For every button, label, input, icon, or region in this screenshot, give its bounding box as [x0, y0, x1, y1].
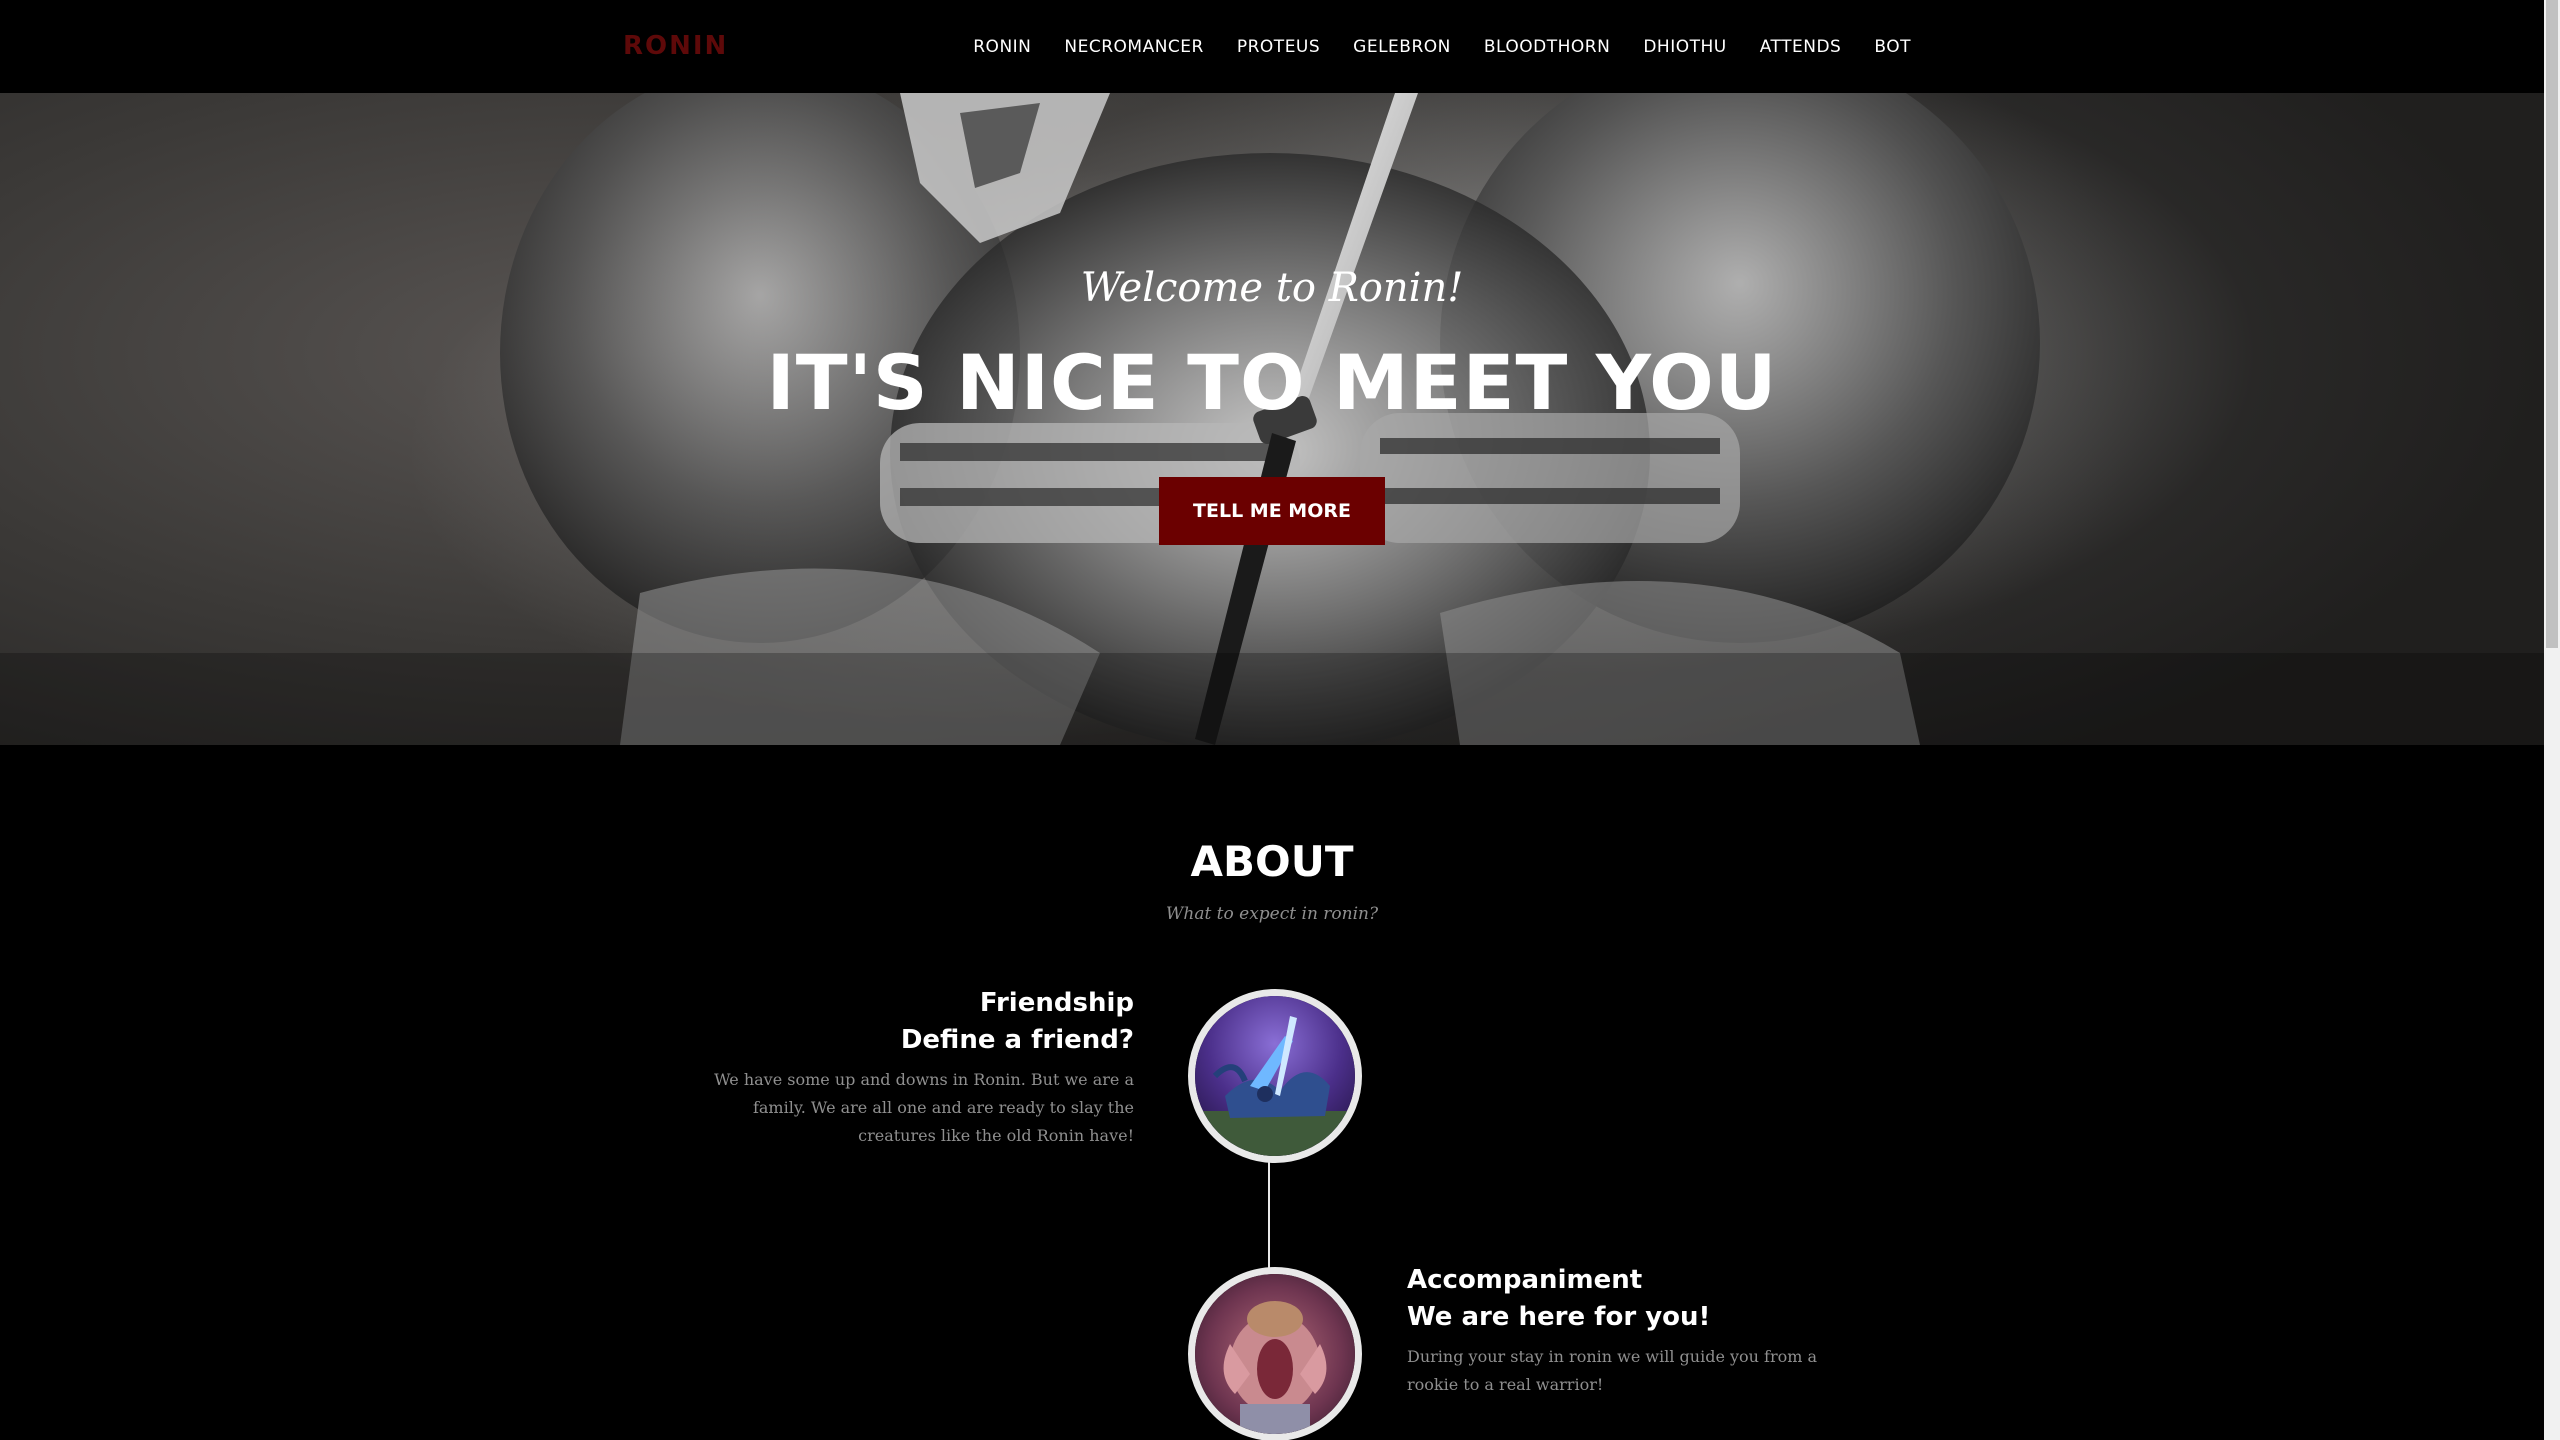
about-heading: ABOUT [1190, 837, 1354, 886]
nav-item-necromancer: NECROMANCER [1031, 37, 1203, 57]
nav-link-dhiothu[interactable]: DHIOTHU [1643, 37, 1726, 57]
nav-menu: RONIN NECROMANCER PROTEUS GELEBRON BLOOD… [940, 0, 1911, 93]
timeline-heading: Accompaniment We are here for you! [1407, 1262, 1827, 1336]
nav-item-gelebron: GELEBRON [1320, 37, 1451, 57]
page-scrollbar[interactable] [2544, 0, 2560, 1440]
nav-link-proteus[interactable]: PROTEUS [1237, 37, 1320, 57]
timeline-heading-line2: Define a friend? [900, 1025, 1134, 1055]
nav-link-attends[interactable]: ATTENDS [1760, 37, 1842, 57]
nav-link-gelebron[interactable]: GELEBRON [1353, 37, 1451, 57]
timeline-item-accompaniment: Accompaniment We are here for you! Durin… [1407, 1262, 1827, 1399]
hero-title: IT'S NICE TO MEET YOU [766, 338, 1778, 427]
hero-welcome-text: Welcome to Ronin! [1080, 265, 1464, 311]
nav-item-bloodthorn: BLOODTHORN [1451, 37, 1610, 57]
nav-link-bot[interactable]: BOT [1874, 37, 1911, 57]
nav-link-bloodthorn[interactable]: BLOODTHORN [1484, 37, 1610, 57]
timeline-body: During your stay in ronin we will guide … [1407, 1347, 1818, 1394]
timeline-heading-line1: Friendship [979, 988, 1134, 1018]
timeline-body: We have some up and downs in Ronin. But … [714, 1070, 1134, 1145]
timeline-heading-line1: Accompaniment [1407, 1265, 1643, 1295]
page: RONIN RONIN NECROMANCER PROTEUS GELEBRON… [0, 0, 2544, 1440]
timeline-image-creature [1188, 1267, 1362, 1440]
nav-item-attends: ATTENDS [1727, 37, 1842, 57]
top-navbar: RONIN RONIN NECROMANCER PROTEUS GELEBRON… [0, 0, 2544, 93]
nav-link-necromancer[interactable]: NECROMANCER [1064, 37, 1203, 57]
nav-link-ronin[interactable]: RONIN [973, 37, 1031, 57]
timeline-image-dragon [1188, 989, 1362, 1163]
scrollbar-thumb[interactable] [2546, 0, 2558, 648]
about-subheading: What to expect in ronin? [1165, 904, 1379, 924]
nav-item-bot: BOT [1841, 37, 1911, 57]
hero-section: Welcome to Ronin! IT'S NICE TO MEET YOU … [0, 93, 2544, 745]
about-section: ABOUT What to expect in ronin? Friendshi… [0, 745, 2544, 1440]
nav-item-proteus: PROTEUS [1204, 37, 1320, 57]
timeline-item-friendship: Friendship Define a friend? We have some… [714, 985, 1134, 1150]
timeline-heading: Friendship Define a friend? [714, 985, 1134, 1059]
nav-item-dhiothu: DHIOTHU [1610, 37, 1726, 57]
tell-me-more-button[interactable]: TELL ME MORE [1159, 477, 1385, 545]
brand-logo-link[interactable]: RONIN [623, 28, 728, 64]
nav-item-ronin: RONIN [940, 37, 1031, 57]
timeline-heading-line2: We are here for you! [1407, 1302, 1711, 1332]
